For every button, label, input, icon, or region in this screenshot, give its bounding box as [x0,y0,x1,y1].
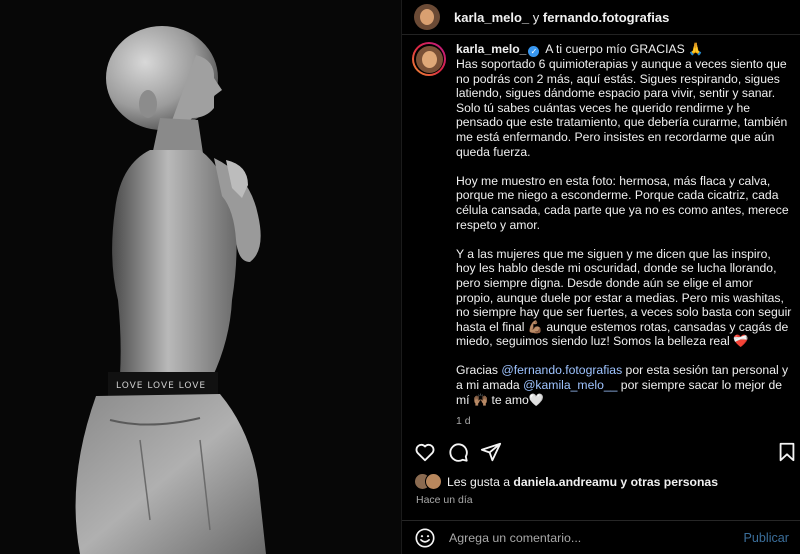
waistband-text: LOVE LOVE LOVE [116,381,206,391]
likes-text: Les gusta a daniela.andreamu y otras per… [447,475,718,489]
caption-first-line: A ti cuerpo mío GRACIAS 🙏 [545,42,704,56]
muscle-emoji-icon: 💪🏽 [527,319,544,334]
liker-avatar [425,473,442,490]
caption-avatar[interactable] [412,42,446,76]
caption-timestamp[interactable]: 1 d [456,414,792,429]
header-divider [402,34,800,35]
heart-icon[interactable] [414,441,436,463]
mention-kamila-link[interactable]: @kamila_melo__ [523,378,617,392]
caption: karla_melo_ ✓ A ti cuerpo mío GRACIAS 🙏 H… [412,42,792,428]
torso [112,150,237,378]
bookmark-icon[interactable] [776,441,798,463]
post-detail-panel: karla_melo_ y fernando.fotografias karla… [401,0,800,554]
likes-user[interactable]: daniela.andreamu [513,475,617,489]
raised-hands-emoji-icon: 🙌🏽 [472,392,489,407]
post-header: karla_melo_ y fernando.fotografias [402,0,800,34]
avatar[interactable] [414,4,440,30]
caption-paragraph-2: Hoy me muestro en esta foto: hermosa, má… [456,173,789,232]
action-bar [402,436,800,466]
caption-paragraph-4-text-d: te amo🤍 [488,392,544,407]
likes-suffix[interactable]: y otras personas [617,475,718,489]
mention-fernando-link[interactable]: @fernando.fotografias [501,363,622,377]
caption-paragraph-4-text-a: Gracias [456,363,502,378]
header-usernames: karla_melo_ y fernando.fotografias [454,10,669,25]
comment-input[interactable] [449,530,744,545]
caption-body: karla_melo_ ✓ A ti cuerpo mío GRACIAS 🙏 H… [456,42,792,428]
publish-button[interactable]: Publicar [744,531,790,545]
likes-summary[interactable]: Les gusta a daniela.andreamu y otras per… [414,473,718,490]
emoji-icon[interactable] [414,527,436,549]
caption-paragraph-1-text: Has soportado 6 quimioterapias y aunque … [456,57,788,159]
post-date: Hace un día [416,494,473,506]
verified-icon: ✓ [528,46,540,57]
header-separator: y [532,9,540,25]
header-user-karla[interactable]: karla_melo_ [454,10,529,25]
caption-paragraph-4: Gracias @fernando.fotografias por esta s… [456,363,792,407]
caption-paragraph-3: Y a las mujeres que me siguen y me dicen… [456,247,792,349]
post-photo[interactable]: LOVE LOVE LOVE [0,0,401,554]
comment-bar: Publicar [402,520,800,554]
caption-username[interactable]: karla_melo_ [456,42,526,56]
comment-icon[interactable] [447,441,469,463]
share-icon[interactable] [480,441,502,463]
mending-heart-emoji-icon: ❤️‍🩹 [733,334,749,349]
caption-paragraph-1: karla_melo_ ✓ A ti cuerpo mío GRACIAS 🙏 H… [456,42,792,159]
header-user-fernando[interactable]: fernando.fotografias [543,10,669,25]
likes-prefix: Les gusta a [447,474,514,489]
photo-illustration: LOVE LOVE LOVE [0,0,401,554]
